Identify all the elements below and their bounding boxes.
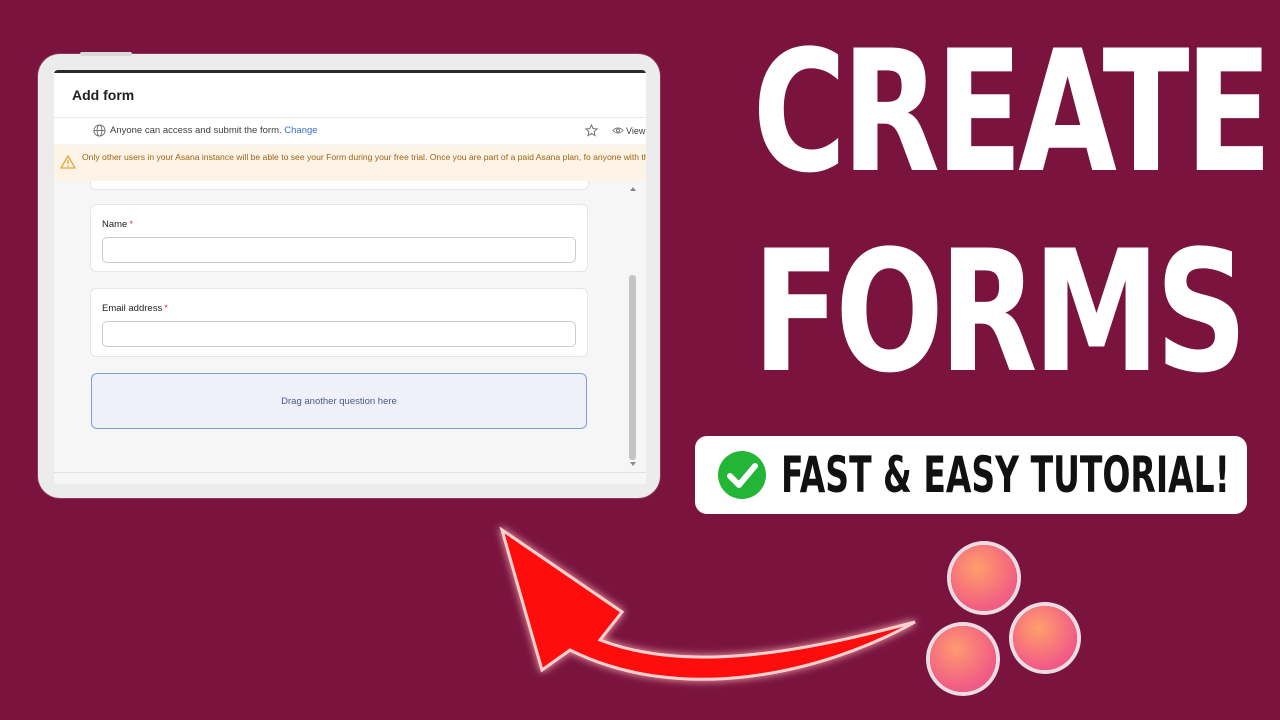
change-access-link[interactable]: Change (284, 125, 317, 136)
form-builder-screen: Add form Anyone can access and submit th… (54, 70, 646, 484)
required-mark: * (164, 303, 168, 314)
check-circle-icon (718, 451, 766, 499)
previous-card-edge (90, 181, 589, 190)
name-field-label: Name * (102, 219, 133, 230)
globe-icon (93, 124, 106, 137)
arrow-graphic (499, 526, 916, 681)
page-title: Add form (72, 87, 135, 103)
view-button[interactable]: View (626, 126, 645, 136)
access-description: Anyone can access and submit the form. (110, 125, 282, 136)
star-icon[interactable] (585, 124, 598, 137)
email-field-label: Email address * (102, 303, 168, 314)
footer-divider (54, 472, 646, 473)
headline-forms: FORMS (752, 214, 1248, 410)
access-row: Anyone can access and submit the form. C… (54, 118, 646, 144)
asana-logo-dot-top (951, 545, 1017, 611)
scroll-down-arrow[interactable] (630, 462, 636, 466)
tablet-notch (80, 52, 132, 56)
asana-logo-dot-left (930, 626, 996, 692)
scrollbar-thumb[interactable] (629, 275, 636, 460)
banner-text: Only other users in your Asana instance … (82, 152, 646, 162)
scroll-up-arrow[interactable] (630, 187, 636, 191)
badge-text: FAST & EASY TUTORIAL! (781, 446, 1230, 504)
question-drop-zone[interactable]: Drag another question here (91, 373, 587, 429)
headline-create: CREATE (752, 14, 1273, 210)
name-label-text: Name (102, 219, 128, 230)
warning-icon (60, 155, 76, 169)
email-question-card[interactable]: Email address * (90, 288, 588, 357)
asana-logo-dot-right (1013, 606, 1077, 670)
eye-icon[interactable] (612, 126, 624, 135)
name-field[interactable] (102, 237, 576, 263)
name-question-card[interactable]: Name * (90, 204, 588, 272)
access-text: Anyone can access and submit the form. C… (110, 125, 318, 136)
email-field[interactable] (102, 321, 576, 347)
email-label-text: Email address (102, 303, 163, 314)
form-header: Add form (54, 73, 646, 118)
required-mark: * (129, 219, 134, 230)
trial-warning-banner: Only other users in your Asana instance … (54, 145, 646, 181)
drop-zone-text: Drag another question here (281, 396, 397, 407)
